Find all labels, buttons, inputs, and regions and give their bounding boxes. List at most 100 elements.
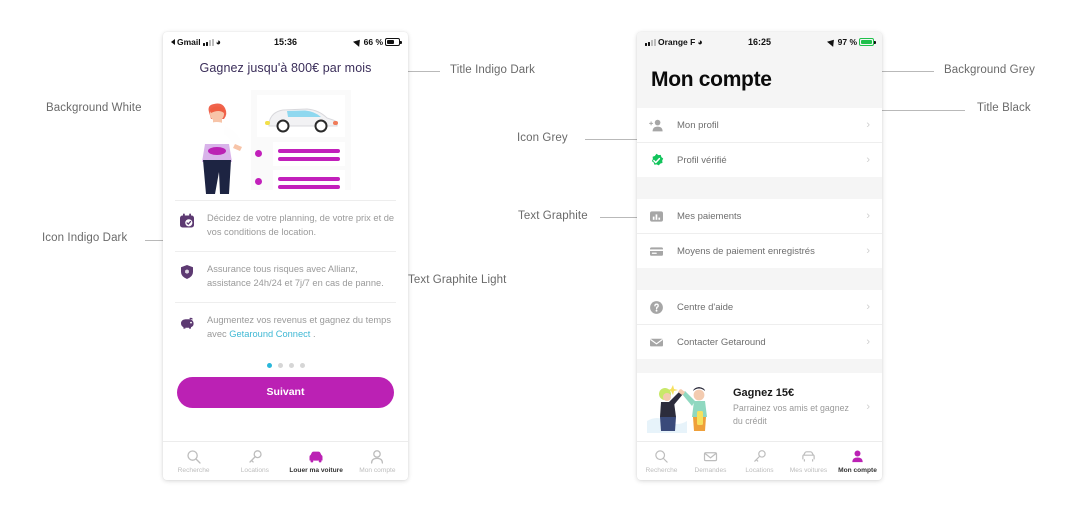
promo-title: Gagnez 15€ — [733, 386, 795, 399]
add-person-icon — [649, 118, 666, 133]
row-label: Centre d'aide — [677, 301, 734, 313]
row-mes-paiements[interactable]: Mes paiements › — [637, 199, 882, 234]
verified-check-icon — [649, 153, 666, 168]
row-label: Mes paiements — [677, 210, 742, 222]
location-arrow-icon — [826, 37, 837, 47]
annotation-icon-grey: Icon Grey — [517, 132, 568, 144]
pager-dot[interactable] — [288, 362, 294, 368]
tab-label: Locations — [745, 466, 774, 474]
tab-label: Recherche — [645, 466, 678, 474]
person-icon — [850, 449, 865, 465]
feature-text-after: . — [310, 328, 316, 339]
bottom-tab-bar-right[interactable]: Recherche Demandes Locations Mes voiture… — [637, 441, 882, 480]
credit-card-icon — [649, 244, 666, 259]
friends-high-five-illustration — [647, 381, 723, 433]
battery-icon — [385, 38, 402, 46]
tab-locations[interactable]: Locations — [224, 449, 285, 474]
row-centre-daide[interactable]: Centre d'aide › — [637, 290, 882, 325]
chevron-right-icon: › — [866, 119, 870, 131]
car-icon — [265, 108, 338, 133]
annotated-mockup-canvas: Background White Icon Indigo Dark Title … — [0, 0, 1080, 515]
row-contacter-getaround[interactable]: Contacter Getaround › — [637, 325, 882, 359]
annotation-text-graphite-light: Text Graphite Light — [408, 274, 507, 286]
envelope-icon — [649, 335, 666, 350]
bottom-tab-bar-left[interactable]: Recherche Locations Louer ma voiture Mon… — [163, 441, 408, 480]
feature-row: Augmentez vos revenus et gagnez du temps… — [175, 301, 396, 353]
group-separator — [637, 268, 882, 290]
pager-dot[interactable] — [266, 362, 272, 368]
annotation-icon-indigo-dark: Icon Indigo Dark — [42, 232, 128, 244]
next-button[interactable]: Suivant — [177, 376, 394, 408]
signal-bars-icon — [202, 38, 214, 46]
shield-insurance-icon — [179, 263, 196, 291]
status-bar-left: Gmail ◕ 15:36 66 % — [163, 32, 408, 52]
car-icon — [307, 449, 325, 465]
help-circle-icon — [649, 300, 666, 315]
tab-mon-compte[interactable]: Mon compte — [833, 449, 882, 474]
chevron-right-icon: › — [866, 336, 870, 348]
person-illustration — [202, 103, 242, 194]
row-label: Contacter Getaround — [677, 336, 766, 348]
row-label: Profil vérifié — [677, 154, 727, 166]
status-carrier-left: Gmail — [177, 37, 201, 47]
feature-text: Décidez de votre planning, de votre prix… — [207, 213, 395, 237]
envelope-icon — [703, 449, 718, 465]
feature-list: Décidez de votre planning, de votre prix… — [163, 200, 408, 353]
settings-group-support: Centre d'aide › Contacter Getaround › — [637, 290, 882, 359]
phone-mockup-account: Orange F ◕ 16:25 97 % Mon compte Mon pro… — [637, 32, 882, 480]
feature-text: Augmentez vos revenus et gagnez du temps… — [207, 314, 396, 342]
annotation-background-white: Background White — [46, 102, 142, 114]
host-presenting-car-illustration — [163, 82, 408, 200]
annotation-title-indigo-dark: Title Indigo Dark — [450, 64, 536, 76]
tab-recherche[interactable]: Recherche — [637, 449, 686, 474]
tab-locations[interactable]: Locations — [735, 449, 784, 474]
promo-subtitle: Parrainez vos amis et gagnez du crédit — [733, 402, 849, 426]
group-separator — [637, 177, 882, 199]
car-icon — [800, 449, 817, 465]
status-time-left: 15:36 — [273, 37, 298, 47]
group-separator — [637, 359, 882, 373]
page-title-right: Mon compte — [651, 68, 772, 91]
pager-dot[interactable] — [299, 362, 305, 368]
tab-recherche[interactable]: Recherche — [163, 449, 224, 474]
annotation-text-graphite: Text Graphite — [518, 210, 588, 222]
tab-label: Demandes — [694, 466, 727, 474]
tab-louer-ma-voiture[interactable]: Louer ma voiture — [286, 449, 347, 474]
tab-label: Mes voitures — [789, 466, 828, 474]
wifi-icon: ◕ — [697, 37, 703, 47]
tab-label: Mon compte — [838, 466, 877, 474]
tab-label: Recherche — [177, 466, 210, 474]
wifi-icon: ◕ — [215, 37, 222, 47]
tab-label: Mon compte — [359, 466, 396, 474]
row-profil-verifie[interactable]: Profil vérifié › — [637, 143, 882, 177]
status-battery-right: 97 % — [837, 37, 857, 47]
feature-row: Décidez de votre planning, de votre prix… — [175, 200, 396, 251]
location-arrow-icon — [352, 37, 363, 47]
phone-mockup-onboarding: Gmail ◕ 15:36 66 % Gagnez jusqu'à 800€ p… — [163, 32, 408, 480]
status-time-right: 16:25 — [747, 37, 772, 47]
search-icon — [186, 449, 202, 465]
search-icon — [654, 449, 669, 465]
tab-mon-compte[interactable]: Mon compte — [347, 449, 408, 474]
row-label: Moyens de paiement enregistrés — [677, 245, 815, 257]
tab-label: Louer ma voiture — [289, 466, 343, 474]
row-label: Mon profil — [677, 119, 719, 131]
status-bar-right: Orange F ◕ 16:25 97 % — [637, 32, 882, 52]
row-mon-profil[interactable]: Mon profil › — [637, 108, 882, 143]
feature-row: Assurance tous risques avec Allianz, ass… — [175, 250, 396, 302]
key-icon — [752, 449, 767, 465]
tab-mes-voitures[interactable]: Mes voitures — [784, 449, 833, 474]
chevron-right-icon: › — [866, 401, 870, 413]
referral-promo-card[interactable]: Gagnez 15€ Parrainez vos amis et gagnez … — [637, 373, 882, 441]
status-carrier-right: Orange F — [658, 37, 696, 47]
signal-bars-icon — [645, 38, 656, 46]
tab-demandes[interactable]: Demandes — [686, 449, 735, 474]
piggy-bank-icon — [179, 314, 196, 342]
pager-dot[interactable] — [277, 362, 283, 368]
page-title-left: Gagnez jusqu'à 800€ par mois — [199, 61, 372, 75]
getaround-connect-link[interactable]: Getaround Connect — [229, 329, 310, 339]
calendar-check-icon — [179, 212, 196, 240]
pager-dots[interactable] — [163, 353, 408, 377]
settings-group-profile: Mon profil › Profil vérifié › — [637, 108, 882, 177]
row-moyens-de-paiement[interactable]: Moyens de paiement enregistrés › — [637, 234, 882, 268]
